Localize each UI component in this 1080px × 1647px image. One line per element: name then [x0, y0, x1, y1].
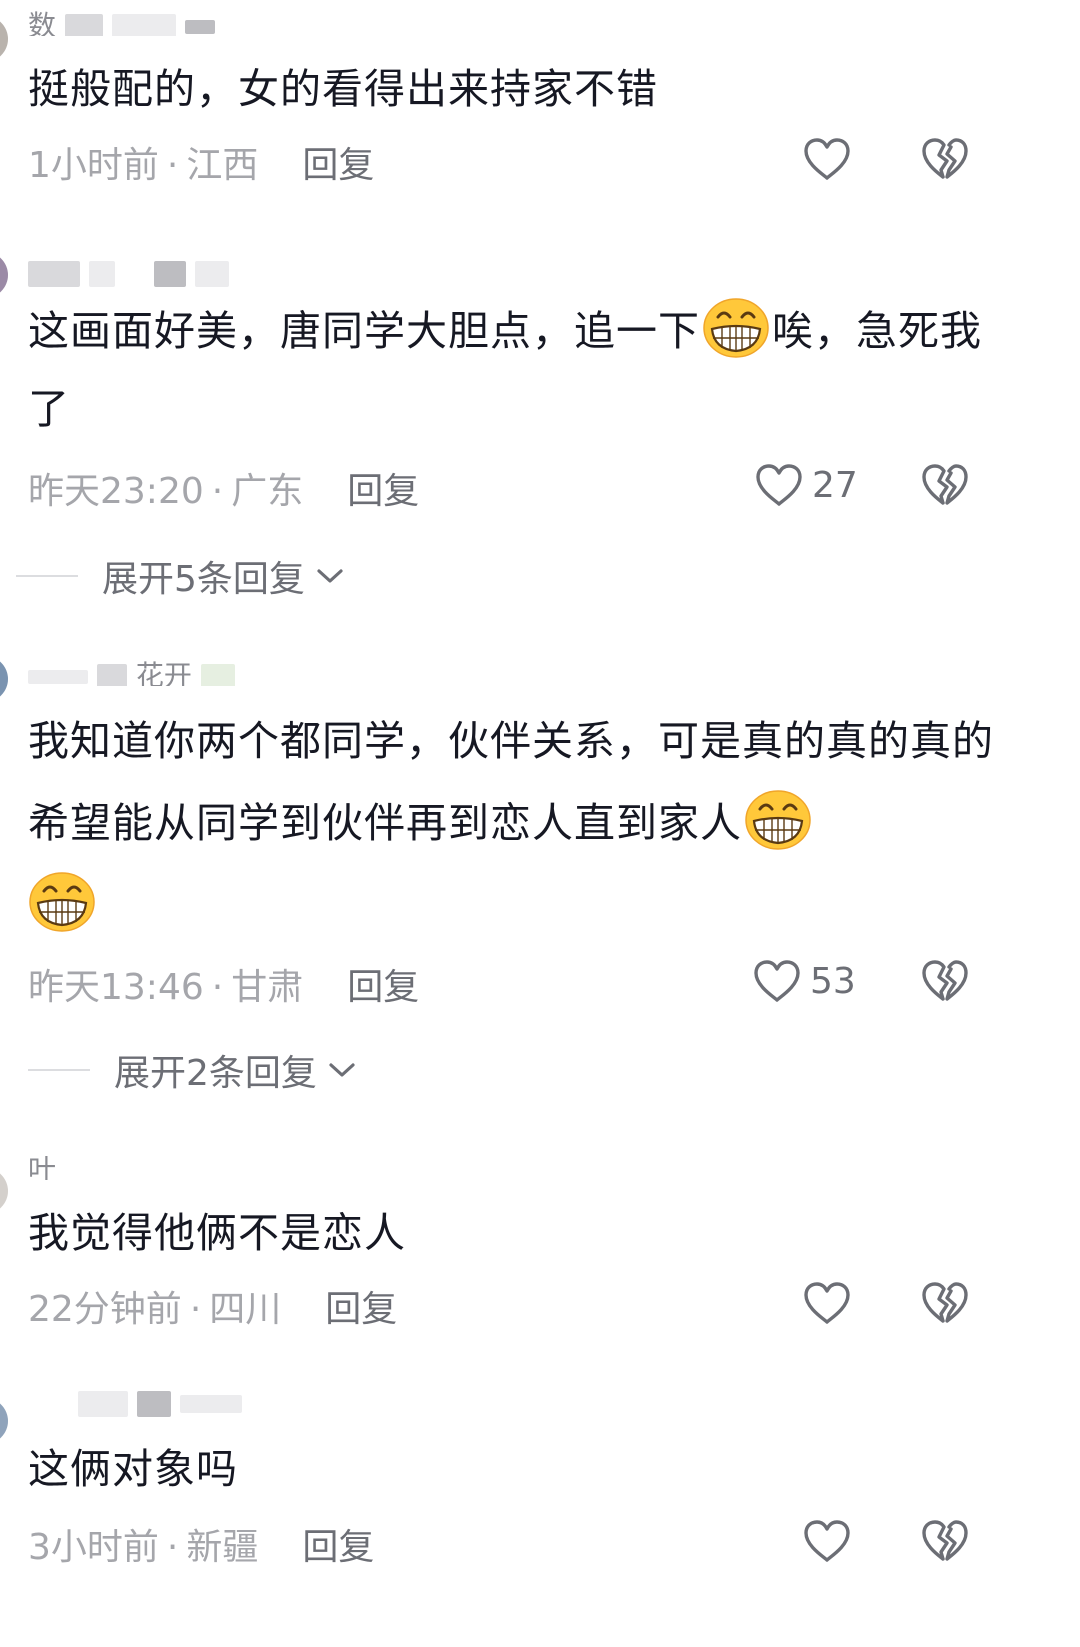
avatar[interactable]	[0, 656, 8, 702]
comment-time: 3小时前	[28, 1527, 159, 1568]
dislike-button[interactable]	[920, 462, 970, 512]
blurred-username	[184, 20, 215, 34]
expand-replies-button[interactable]: 展开2条回复	[28, 1044, 357, 1096]
comment-meta: 3小时前 · 新疆 回复	[28, 1527, 375, 1568]
avatar[interactable]	[0, 252, 8, 298]
expand-divider	[16, 575, 78, 577]
reply-button[interactable]: 回复	[347, 471, 419, 512]
blurred-username	[111, 14, 176, 36]
broken-heart-icon	[920, 1518, 970, 1564]
comment-meta: 昨天13:46 · 甘肃 回复	[28, 967, 420, 1008]
comment-meta: 22分钟前 · 四川 回复	[28, 1289, 398, 1330]
blurred-username	[28, 261, 80, 287]
blurred-username	[179, 1395, 242, 1413]
like-button[interactable]	[802, 1518, 860, 1564]
broken-heart-icon	[920, 1280, 970, 1326]
dislike-button[interactable]	[920, 958, 970, 1008]
comment-time: 昨天23:20	[28, 471, 204, 512]
dislike-button[interactable]	[920, 1518, 970, 1568]
chevron-down-icon	[315, 566, 345, 586]
broken-heart-icon	[920, 958, 970, 1004]
dislike-button[interactable]	[920, 1280, 970, 1330]
blurred-username	[96, 664, 127, 686]
comment-text: 我觉得他俩不是恋人	[28, 1209, 406, 1257]
username[interactable]: 数	[28, 4, 215, 36]
comment-meta: 昨天23:20 · 广东 回复	[28, 471, 420, 512]
dislike-button[interactable]	[920, 136, 970, 186]
blurred-username	[64, 14, 103, 36]
blurred-username	[28, 670, 88, 684]
comment-time: 昨天13:46	[28, 967, 204, 1008]
blurred-username	[200, 664, 235, 686]
username[interactable]: 叶	[28, 1148, 56, 1180]
reply-button[interactable]: 回复	[302, 1527, 374, 1568]
like-button[interactable]	[802, 136, 860, 182]
like-count: 53	[810, 960, 856, 1002]
heart-outline-icon	[802, 1518, 852, 1564]
grin-emoji-icon	[28, 871, 96, 933]
comment-location: 甘肃	[231, 967, 304, 1008]
heart-outline-icon	[802, 136, 852, 182]
avatar[interactable]	[0, 1168, 8, 1214]
expand-replies-label: 展开2条回复	[114, 1053, 317, 1094]
heart-outline-icon	[802, 1280, 852, 1326]
like-count: 27	[812, 464, 858, 506]
comment-text: 我知道你两个都同学，伙伴关系，可是真的真的真的希望能从同学到伙伴再到恋人直到家人	[28, 700, 1018, 946]
comment-text: 这俩对象吗	[28, 1445, 238, 1493]
like-button[interactable]: 27	[754, 462, 858, 508]
comment-location: 四川	[209, 1289, 282, 1330]
comment-time: 1小时前	[28, 145, 159, 186]
comment-text: 挺般配的，女的看得出来持家不错	[28, 65, 658, 113]
blurred-username	[136, 1391, 171, 1417]
comment-meta: 1小时前 · 江西 回复	[28, 145, 375, 186]
expand-replies-button[interactable]: 展开5条回复	[16, 550, 345, 602]
comment-location: 江西	[186, 145, 259, 186]
blurred-username	[88, 261, 115, 287]
blurred-username	[78, 1391, 128, 1417]
username[interactable]	[28, 256, 229, 288]
like-button[interactable]: 53	[752, 958, 856, 1004]
username[interactable]: 花开	[28, 654, 235, 686]
avatar[interactable]	[0, 16, 8, 62]
expand-replies-label: 展开5条回复	[102, 559, 305, 600]
reply-button[interactable]: 回复	[347, 967, 419, 1008]
comment-location: 广东	[231, 471, 304, 512]
reply-button[interactable]: 回复	[302, 145, 374, 186]
heart-outline-icon	[754, 462, 804, 508]
broken-heart-icon	[920, 462, 970, 508]
grin-emoji-icon	[744, 789, 812, 851]
blurred-username	[194, 261, 229, 287]
username[interactable]	[28, 1386, 242, 1418]
blurred-username	[153, 261, 186, 287]
avatar[interactable]	[0, 1398, 8, 1444]
comment-time: 22分钟前	[28, 1289, 182, 1330]
comment-location: 新疆	[186, 1527, 259, 1568]
heart-outline-icon	[752, 958, 802, 1004]
broken-heart-icon	[920, 136, 970, 182]
comment-text: 这画面好美，唐同学大胆点，追一下 唉，急死我了	[28, 292, 1018, 448]
expand-divider	[28, 1069, 90, 1071]
like-button[interactable]	[802, 1280, 860, 1326]
reply-button[interactable]: 回复	[325, 1289, 397, 1330]
chevron-down-icon	[327, 1060, 357, 1080]
grin-emoji-icon	[702, 297, 770, 359]
